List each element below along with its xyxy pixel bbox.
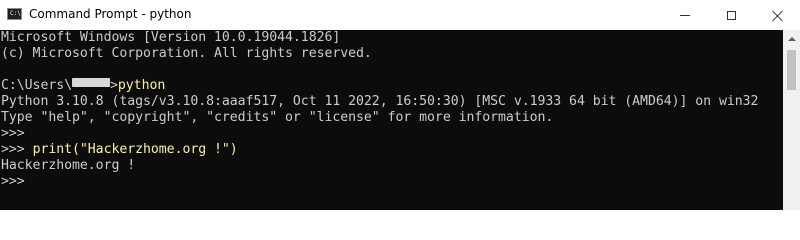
path-prefix: C:\Users\ [1, 78, 73, 93]
maximize-button[interactable] [708, 0, 754, 30]
console-line-copyright: (c) Microsoft Corporation. All rights re… [1, 46, 372, 61]
minimize-button[interactable] [662, 0, 708, 30]
prompt: >>> [1, 142, 33, 157]
console-line-help: Type "help", "copyright", "credits" or "… [1, 110, 554, 125]
close-icon [772, 10, 783, 21]
console-line-print: >>> print("Hackerzhome.org !") [1, 142, 238, 158]
console-output[interactable]: Microsoft Windows [Version 10.0.19044.18… [0, 30, 783, 210]
cmd-icon: C:\ [7, 8, 22, 20]
window-title: Command Prompt - python [29, 7, 192, 21]
typed-print-command: print("Hackerzhome.org !") [32, 142, 238, 157]
console-line-version: Microsoft Windows [Version 10.0.19044.18… [1, 30, 341, 45]
console-line-prompt-1: >>> [1, 126, 25, 141]
redacted-username [72, 78, 111, 87]
command-prompt-window: C:\ Command Prompt - python Microsoft Wi… [0, 0, 800, 210]
minimize-icon [680, 14, 690, 16]
scroll-up-button[interactable] [783, 30, 800, 47]
typed-command: python [117, 78, 166, 93]
path-suffix: > [110, 78, 118, 93]
console-line-output: Hackerzhome.org ! [1, 158, 136, 173]
arrow-up-icon [787, 36, 796, 41]
console-line-prompt-2: >>> [1, 174, 25, 189]
maximize-icon [726, 10, 736, 20]
title-bar[interactable]: C:\ Command Prompt - python [0, 0, 800, 30]
console-line-command: C:\Users\ >python [1, 78, 165, 94]
scrollbar-thumb[interactable] [787, 50, 796, 90]
vertical-scrollbar[interactable] [783, 30, 800, 210]
console-line-python-version: Python 3.10.8 (tags/v3.10.8:aaaf517, Oct… [1, 94, 759, 109]
close-button[interactable] [754, 0, 800, 30]
